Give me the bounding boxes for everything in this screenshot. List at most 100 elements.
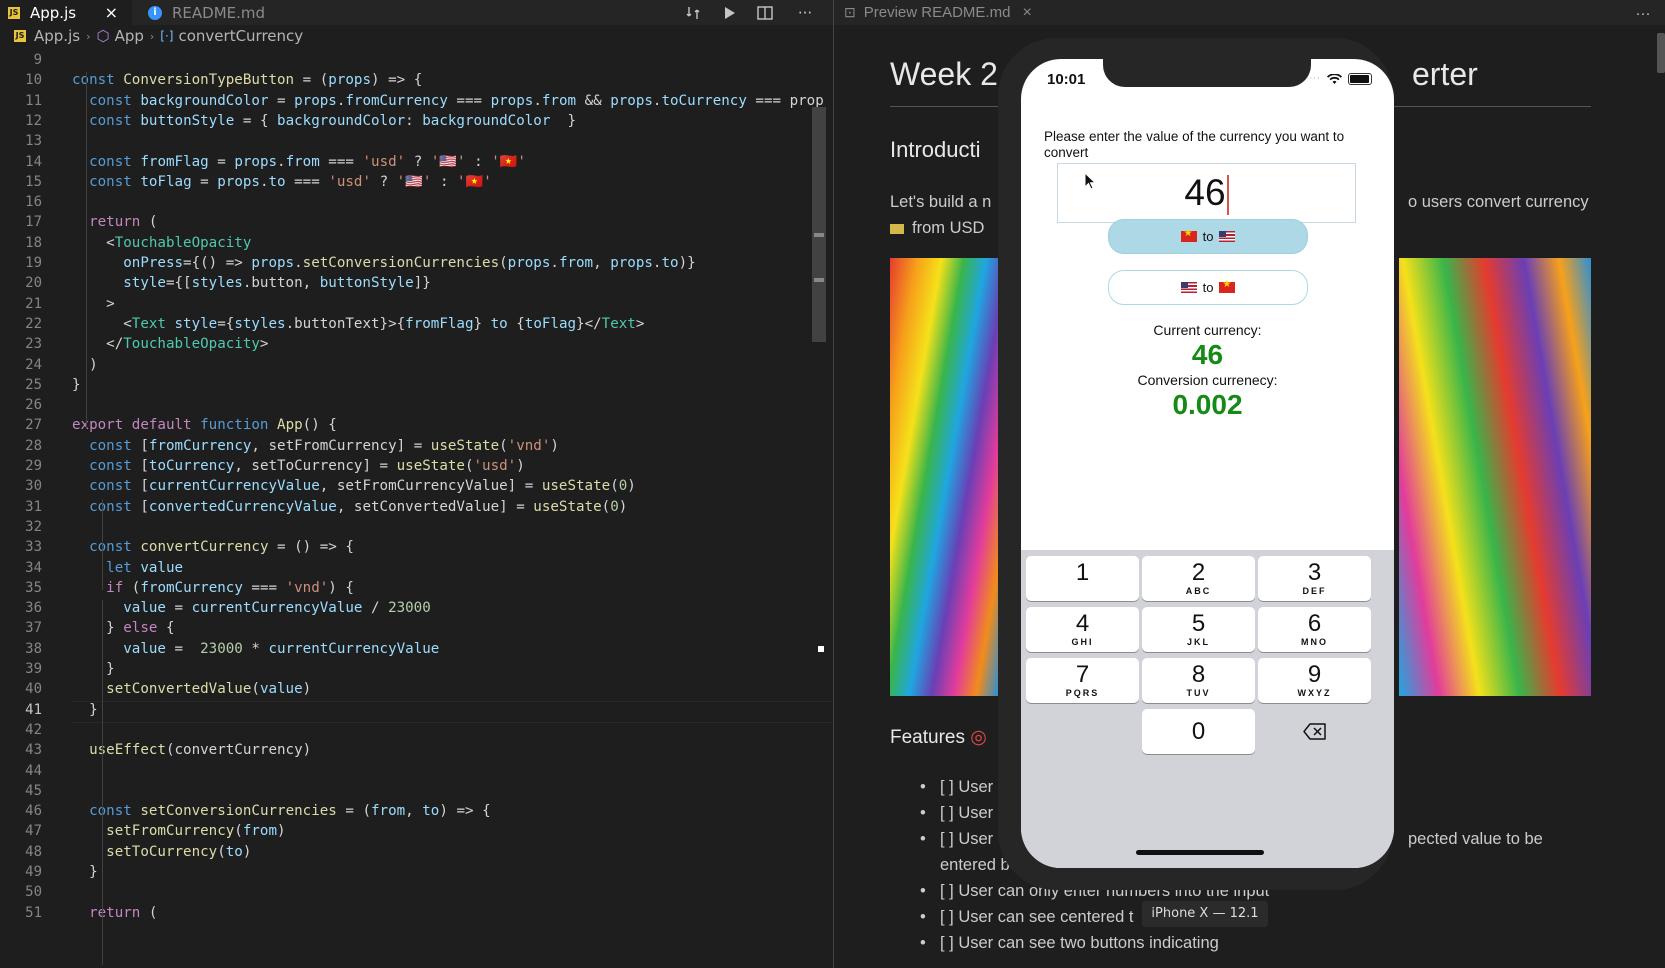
preview-icon: ⊡	[844, 4, 856, 20]
code-line[interactable]: const setConversionCurrencies = (from, t…	[72, 803, 491, 819]
code-line[interactable]: const convertCurrency = () => {	[72, 539, 354, 555]
key-6[interactable]: 6 MNO	[1258, 607, 1371, 652]
code-line[interactable]: value = 23000 * currentCurrencyValue	[72, 641, 439, 657]
us-flag-icon	[1219, 231, 1236, 242]
run-icon[interactable]	[718, 3, 740, 23]
code-line[interactable]: const [convertedCurrencyValue, setConver…	[72, 499, 627, 515]
code-line[interactable]: return (	[72, 214, 157, 230]
signal-icon: ····	[1305, 74, 1321, 84]
code-line[interactable]: }	[72, 377, 81, 393]
more-actions-icon[interactable]: ···	[1632, 3, 1654, 23]
breadcrumb-file[interactable]: App.js	[34, 27, 80, 45]
battery-icon	[1348, 73, 1372, 85]
code-line[interactable]: value = currentCurrencyValue / 23000	[72, 600, 431, 616]
code-line[interactable]: const ConversionTypeButton = (props) => …	[72, 72, 422, 88]
close-tab-icon[interactable]: ×	[1022, 4, 1031, 22]
info-icon: i	[148, 5, 162, 20]
code-line[interactable]: useEffect(convertCurrency)	[72, 742, 311, 758]
code-line[interactable]: <TouchableOpacity	[72, 235, 251, 251]
feature-item-cont: entered b	[940, 856, 1010, 874]
code-line[interactable]: )	[72, 357, 98, 373]
feature-item-right: pected value to be	[1408, 830, 1543, 848]
key-4[interactable]: 4 GHI	[1026, 607, 1139, 652]
code-line[interactable]: }	[72, 864, 98, 880]
more-actions-icon[interactable]: ···	[794, 3, 816, 23]
phone-notch	[1103, 59, 1311, 87]
split-editor-icon[interactable]	[754, 3, 776, 23]
key-8[interactable]: 8 TUV	[1142, 658, 1255, 703]
code-line[interactable]: } else {	[72, 620, 174, 636]
code-line[interactable]: const [fromCurrency, setFromCurrency] = …	[72, 438, 559, 454]
code-line[interactable]: >	[72, 296, 115, 312]
simulator-screen: 10:01 ···· Please enter the value of the…	[1021, 59, 1394, 868]
line-number: 24	[25, 356, 42, 373]
line-number: 43	[25, 742, 42, 759]
tab-preview-readme[interactable]: ⊡ Preview README.md ×	[844, 0, 1054, 25]
preview-scrollbar[interactable]	[1657, 33, 1665, 73]
tab-app-js[interactable]: JS App.js ×	[0, 0, 132, 25]
key-0[interactable]: 0	[1142, 709, 1255, 754]
line-number: 46	[25, 803, 42, 820]
currency-input[interactable]: 46	[1057, 163, 1356, 223]
key-5[interactable]: 5 JKL	[1142, 607, 1255, 652]
current-currency-value: 46	[1191, 339, 1224, 370]
code-line[interactable]: setToCurrency(to)	[72, 844, 251, 860]
line-number: 49	[25, 864, 42, 880]
code-line[interactable]: onPress={() => props.setConversionCurren…	[72, 255, 695, 271]
code-line[interactable]: export default function App() {	[72, 417, 337, 433]
line-number: 15	[25, 173, 42, 190]
scroll-marker	[814, 233, 824, 237]
breadcrumb-symbol[interactable]: convertCurrency	[178, 27, 303, 45]
code-line[interactable]: const buttonStyle = { backgroundColor: b…	[72, 113, 576, 129]
code-line[interactable]: <Text style={styles.buttonText}>{fromFla…	[72, 316, 644, 332]
code-line[interactable]: if (fromCurrency === 'vnd') {	[72, 580, 354, 596]
vnd-to-usd-button[interactable]: to	[1108, 219, 1308, 254]
key-1[interactable]: 1	[1026, 556, 1139, 601]
code-line[interactable]: return (	[72, 905, 157, 921]
key-2[interactable]: 2 ABC	[1142, 556, 1255, 601]
breadcrumb: JS App.js › ⬡ App › [⋅] convertCurrency	[0, 25, 833, 47]
line-number: 47	[25, 823, 42, 840]
code-line[interactable]: let value	[72, 560, 183, 576]
button-label: to	[1202, 280, 1214, 295]
code-line[interactable]: const toFlag = props.to === 'usd' ? '🇺🇸'…	[72, 174, 492, 190]
current-currency-label: Current currency:	[1153, 322, 1262, 338]
line-number: 27	[25, 417, 42, 434]
preview-tab-bar: ⊡ Preview README.md × ···	[834, 0, 1665, 25]
js-file-icon: JS	[14, 30, 26, 42]
code-line[interactable]: setConvertedValue(value)	[72, 681, 311, 697]
code-line[interactable]: const [currentCurrencyValue, setFromCurr…	[72, 478, 636, 494]
line-number: 51	[25, 904, 42, 921]
code-line[interactable]: const [toCurrency, setToCurrency] = useS…	[72, 458, 525, 474]
key-9[interactable]: 9 WXYZ	[1258, 658, 1371, 703]
tab-readme[interactable]: i README.md	[140, 0, 300, 25]
line-number: 30	[25, 478, 42, 495]
money-icon	[890, 223, 904, 234]
breadcrumb-component[interactable]: App	[115, 27, 144, 45]
code-line[interactable]: }	[72, 702, 98, 718]
code-area[interactable]: const ConversionTypeButton = (props) => …	[72, 60, 832, 968]
us-flag-icon	[1180, 282, 1197, 293]
key-7[interactable]: 7 PQRS	[1026, 658, 1139, 703]
scrollbar-thumb[interactable]	[812, 107, 826, 342]
code-line[interactable]: const backgroundColor = props.fromCurren…	[72, 93, 824, 109]
home-indicator[interactable]	[1136, 850, 1264, 855]
vietnam-flag-icon	[1219, 279, 1236, 293]
indent-guide	[102, 498, 103, 590]
code-line[interactable]: </TouchableOpacity>	[72, 336, 268, 352]
line-number: 44	[25, 762, 42, 779]
status-time: 10:01	[1047, 71, 1086, 88]
close-tab-icon[interactable]: ×	[105, 3, 118, 22]
features-heading: Features ◎	[890, 727, 987, 748]
code-line[interactable]: setFromCurrency(from)	[72, 823, 285, 839]
editor-tab-bar: JS App.js × i README.md ···	[0, 0, 833, 25]
key-3[interactable]: 3 DEF	[1258, 556, 1371, 601]
backspace-icon[interactable]	[1258, 709, 1371, 754]
usd-to-vnd-button[interactable]: to	[1108, 270, 1308, 305]
line-number: 35	[25, 579, 42, 596]
compare-changes-icon[interactable]	[682, 3, 704, 23]
code-line[interactable]: const fromFlag = props.from === 'usd' ? …	[72, 154, 526, 170]
line-number: 50	[25, 884, 42, 901]
code-line[interactable]: }	[72, 661, 115, 677]
code-line[interactable]: style={[styles.button, buttonStyle]}	[72, 275, 431, 291]
